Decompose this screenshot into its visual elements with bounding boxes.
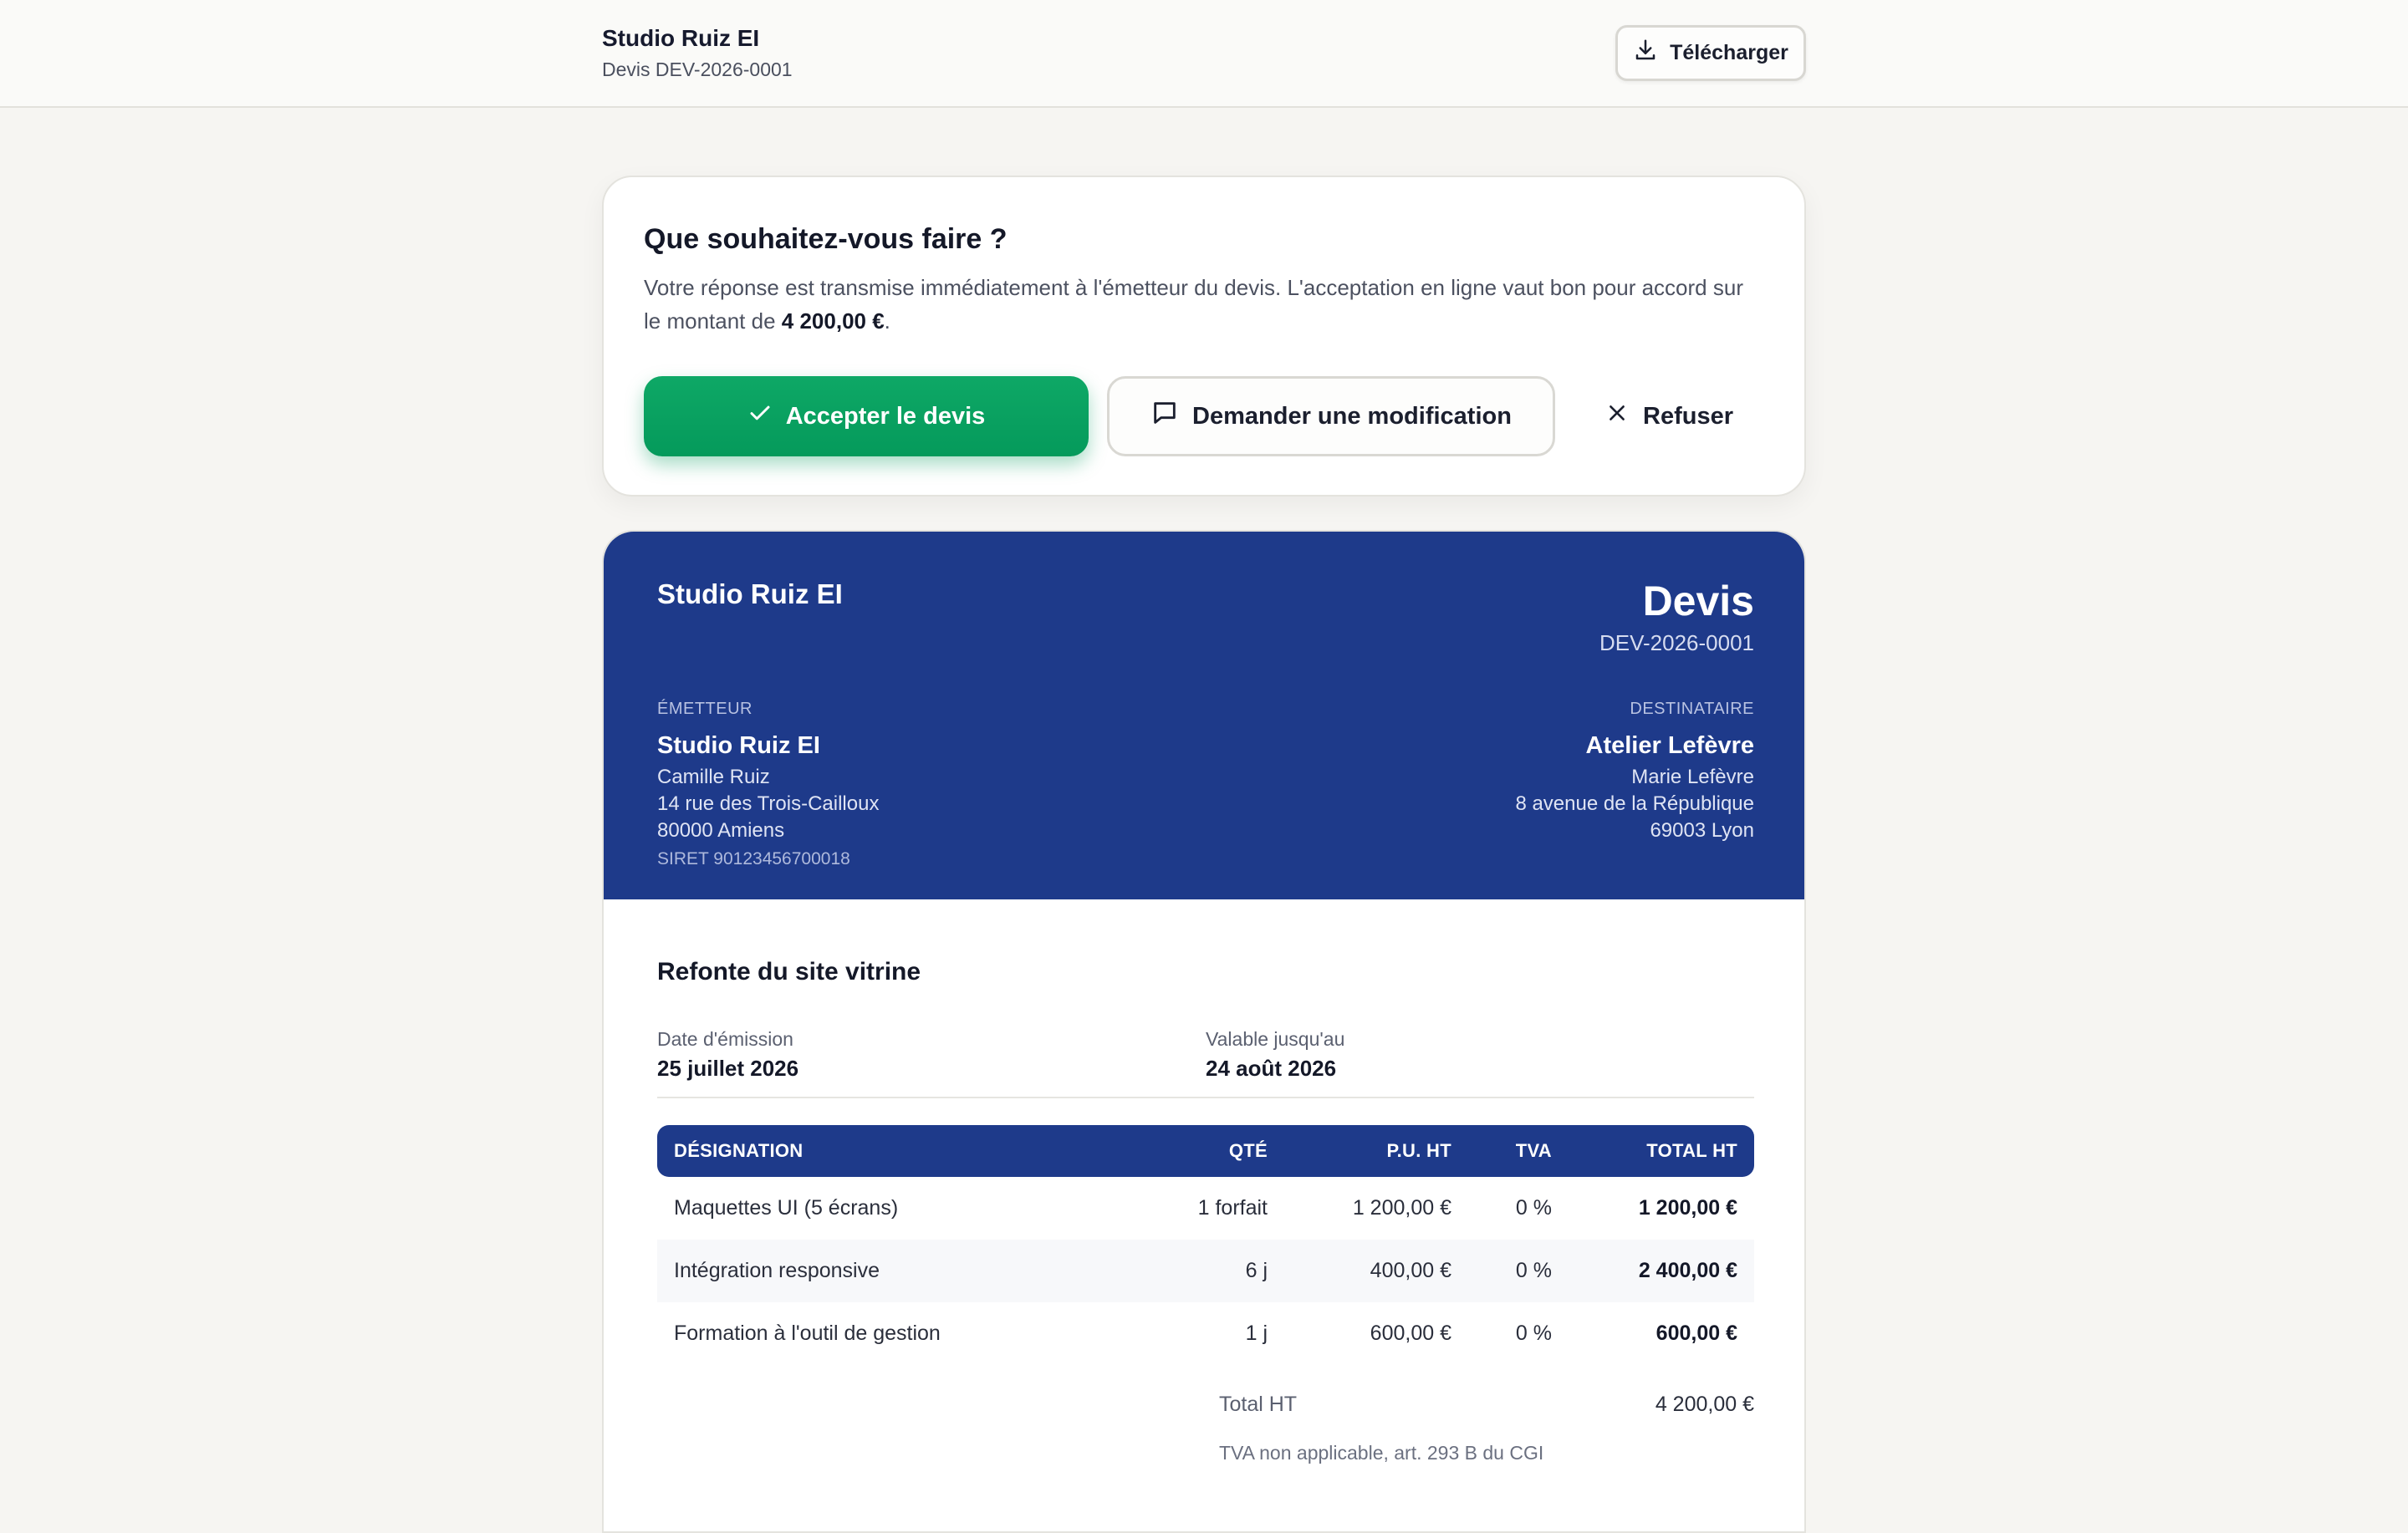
item-designation: Maquettes UI (5 écrans) (674, 1196, 899, 1220)
quote-dates: Date d'émission 25 juillet 2026 Valable … (657, 1028, 1754, 1098)
quote-subject: Refonte du site vitrine (657, 958, 921, 986)
quote-reference: Devis DEV-2026-0001 (602, 59, 793, 80)
issuer-name: Studio Ruiz EI (657, 732, 820, 759)
response-description: Votre réponse est transmise immédiatemen… (644, 271, 1747, 338)
recipient-contact: Marie Lefèvre (1631, 766, 1754, 788)
issuer-city: 80000 Amiens (657, 819, 785, 842)
quote-number: DEV-2026-0001 (1599, 630, 1754, 655)
table-row: Intégration responsive 6 j 400,00 € 0 % … (657, 1240, 1754, 1302)
item-total: 2 400,00 € (1569, 1240, 1754, 1302)
response-actions: Accepter le devis Demander une modificat… (644, 376, 1766, 456)
item-tva: 0 % (1468, 1240, 1569, 1302)
total-ht-label: Total HT (1219, 1393, 1298, 1416)
item-designation: Formation à l'outil de gestion (674, 1322, 941, 1345)
item-unit-price: 400,00 € (1284, 1240, 1468, 1302)
recipient-city: 69003 Lyon (1650, 819, 1754, 842)
col-designation: DÉSIGNATION (657, 1125, 1125, 1177)
issuer-address: 14 rue des Trois-Cailloux (657, 792, 880, 815)
issuer-block: ÉMETTEUR Studio Ruiz EI Camille Ruiz 14 … (657, 695, 879, 873)
item-qty: 1 j (1245, 1322, 1268, 1345)
download-button[interactable]: Télécharger (1615, 25, 1806, 81)
close-icon (1606, 402, 1628, 430)
item-total: 1 200,00 € (1638, 1196, 1737, 1220)
issuer-siret: SIRET 90123456700018 (657, 849, 850, 868)
response-card: Que souhaitez-vous faire ? Votre réponse… (602, 176, 1806, 497)
item-tva: 0 % (1515, 1322, 1552, 1345)
item-unit-price: 1 200,00 € (1352, 1196, 1451, 1220)
recipient-name: Atelier Lefèvre (1585, 732, 1755, 759)
check-icon (747, 400, 773, 432)
brand-name: Studio Ruiz EI (602, 25, 760, 51)
totals-block: Total HT 4 200,00 € TVA non applicable, … (1219, 1393, 1754, 1464)
response-title: Que souhaitez-vous faire ? (644, 223, 1008, 255)
recipient-address: 8 avenue de la République (1515, 792, 1754, 815)
item-total: 600,00 € (1656, 1322, 1737, 1345)
valid-until-value: 24 août 2026 (1206, 1056, 1337, 1081)
col-tva: TVA (1468, 1125, 1569, 1177)
table-row: Formation à l'outil de gestion 1 j 600,0… (657, 1302, 1754, 1365)
table-row: Maquettes UI (5 écrans) 1 forfait 1 200,… (657, 1177, 1754, 1240)
total-ht-value: 4 200,00 € (1655, 1393, 1754, 1416)
issue-date-label: Date d'émission (657, 1028, 793, 1050)
item-qty: 6 j (1125, 1240, 1284, 1302)
tva-note: TVA non applicable, art. 293 B du CGI (1219, 1442, 1544, 1464)
download-label: Télécharger (1670, 41, 1788, 64)
col-qty: QTÉ (1125, 1125, 1284, 1177)
item-qty: 1 forfait (1197, 1196, 1268, 1220)
quote-document: Studio Ruiz EI Devis DEV-2026-0001 ÉMETT… (602, 530, 1806, 1533)
accept-quote-button[interactable]: Accepter le devis (644, 376, 1089, 456)
issue-date-value: 25 juillet 2026 (657, 1056, 799, 1081)
quote-body: Refonte du site vitrine Date d'émission … (657, 899, 1754, 1464)
response-amount: 4 200,00 € (781, 308, 885, 334)
brand: Studio Ruiz EI Devis DEV-2026-0001 (602, 25, 793, 81)
line-items-table: DÉSIGNATION QTÉ P.U. HT TVA TOTAL HT Maq… (657, 1125, 1754, 1365)
quote-brand: Studio Ruiz EI (657, 578, 843, 609)
download-icon (1633, 38, 1658, 69)
quote-header: Studio Ruiz EI Devis DEV-2026-0001 ÉMETT… (604, 532, 1804, 899)
valid-until-label: Valable jusqu'au (1206, 1028, 1345, 1050)
recipient-block: DESTINATAIRE Atelier Lefèvre Marie Lefèv… (1515, 695, 1754, 844)
top-bar: Studio Ruiz EI Devis DEV-2026-0001 Téléc… (0, 0, 2408, 108)
col-unit-price: P.U. HT (1284, 1125, 1468, 1177)
table-header-row: DÉSIGNATION QTÉ P.U. HT TVA TOTAL HT (657, 1125, 1754, 1177)
issuer-label: ÉMETTEUR (657, 700, 752, 718)
response-text-end: . (884, 308, 890, 334)
recipient-label: DESTINATAIRE (1630, 700, 1754, 718)
item-tva: 0 % (1515, 1196, 1552, 1220)
refuse-button[interactable]: Refuser (1574, 376, 1766, 456)
refuse-label: Refuser (1643, 402, 1733, 430)
issue-date: Date d'émission 25 juillet 2026 (657, 1028, 1206, 1097)
item-designation: Intégration responsive (657, 1240, 1125, 1302)
total-ht-row: Total HT 4 200,00 € (1219, 1393, 1754, 1417)
col-total: TOTAL HT (1569, 1125, 1754, 1177)
item-unit-price: 600,00 € (1370, 1322, 1451, 1345)
quote-doc-type: Devis (1642, 578, 1754, 624)
message-icon (1150, 399, 1179, 434)
valid-until: Valable jusqu'au 24 août 2026 (1206, 1028, 1754, 1097)
modify-label: Demander une modification (1192, 402, 1512, 430)
issuer-contact: Camille Ruiz (657, 766, 770, 788)
request-modification-button[interactable]: Demander une modification (1107, 376, 1555, 456)
accept-label: Accepter le devis (785, 402, 986, 430)
